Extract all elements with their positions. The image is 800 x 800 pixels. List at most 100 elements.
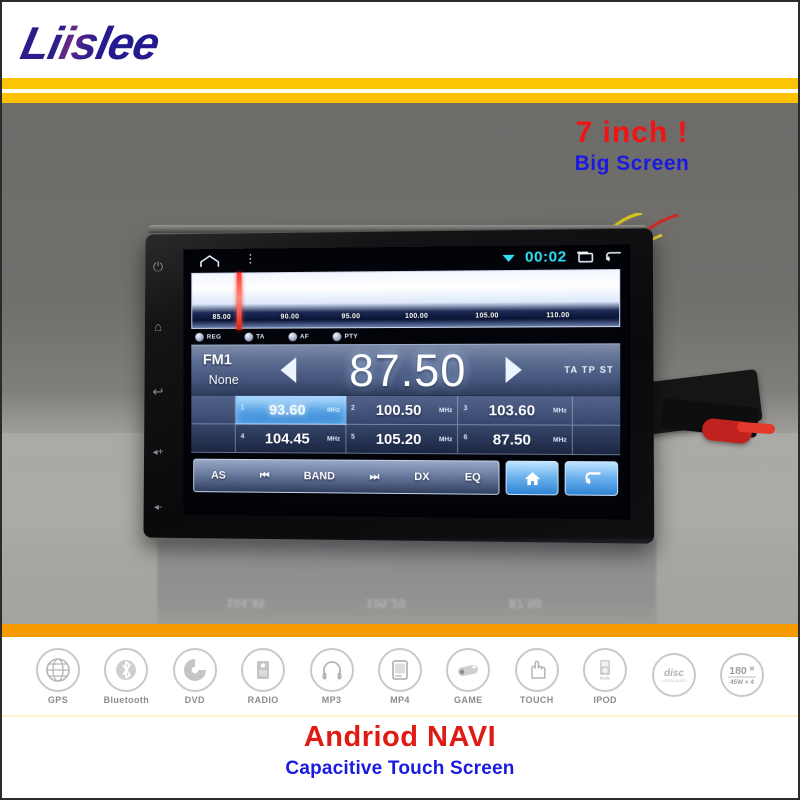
header: Liislee — [2, 2, 798, 78]
rds-knob-icon — [244, 332, 254, 342]
feature-mp4: MP4 — [370, 647, 430, 705]
preset-button-6[interactable]: 6 87.50 MHz — [458, 425, 573, 455]
feature-label: IPOD — [593, 694, 617, 705]
tick-label: 90.00 — [280, 313, 300, 321]
tick-label: 105.00 — [475, 312, 499, 320]
band-button[interactable]: BAND — [304, 470, 335, 482]
rds-button-af[interactable]: AF — [288, 331, 310, 341]
headline-subtitle: Big Screen — [574, 151, 690, 175]
status-clock: 00:02 — [525, 248, 567, 266]
home-icon — [524, 471, 540, 485]
home-icon[interactable] — [199, 255, 220, 268]
feature-radio: RADIO — [233, 647, 293, 705]
preset-button-2[interactable]: 2 100.50 MHz — [346, 395, 459, 426]
volume-down-icon[interactable]: ◂- — [149, 499, 167, 517]
preset-number: 3 — [463, 405, 468, 413]
previous-button[interactable]: ⏮ — [260, 469, 270, 482]
reflection-label: 105.20 — [365, 595, 406, 612]
preset-grid: 1 93.60 MHz 2 100.50 MHz 3 103.60 MHz 4 … — [191, 395, 621, 456]
rds-button-reg[interactable]: REG — [195, 332, 222, 342]
rds-label: REG — [206, 333, 222, 341]
rds-button-pty[interactable]: PTY — [332, 331, 358, 341]
screen-back-button[interactable] — [564, 461, 619, 496]
feature-label: MP4 — [390, 694, 410, 705]
feature-label: Bluetooth — [103, 694, 150, 705]
preset-unit: MHz — [553, 436, 567, 444]
preset-button-1[interactable]: 1 93.60 MHz — [235, 395, 347, 425]
preset-grid-spacer-right — [572, 396, 621, 426]
rds-button-ta[interactable]: TA — [244, 332, 265, 342]
headline-block: 7 inch ! Big Screen — [502, 117, 762, 176]
reflection-preset-text: 104.45 105.20 87.50 — [177, 596, 595, 611]
preset-unit: MHz — [438, 436, 453, 444]
power-icon[interactable]: ⏻ — [149, 258, 167, 276]
recents-icon[interactable] — [576, 250, 594, 263]
eq-button[interactable]: EQ — [465, 471, 481, 483]
svg-text:Made: Made — [600, 675, 611, 680]
radio-icon — [241, 647, 286, 692]
brand-logo: Liislee — [16, 17, 164, 69]
disc-logo-text: disc — [664, 668, 684, 679]
feature-mp3: MP3 — [302, 647, 362, 705]
rds-knob-icon — [195, 332, 204, 342]
svg-text:DIGITAL AUDIO: DIGITAL AUDIO — [661, 679, 687, 683]
radio-control-buttons: AS ⏮ BAND ⏭ DX EQ — [193, 458, 500, 495]
screen-home-button[interactable] — [505, 460, 559, 496]
reflection-label: 104.45 — [226, 595, 265, 611]
feature-label: GPS — [47, 694, 69, 705]
reflection-label: 87.50 — [508, 596, 542, 612]
feature-label: GAME — [454, 694, 483, 705]
feature-dvd: DVD — [165, 647, 225, 705]
tune-down-button[interactable] — [280, 357, 297, 383]
home-icon[interactable]: ⌂ — [149, 318, 167, 336]
badge-power-value: 180 — [729, 665, 747, 677]
preset-button-4[interactable]: 4 104.45 MHz — [235, 424, 347, 454]
feature-label: TOUCH — [519, 694, 554, 705]
rds-label: PTY — [344, 332, 358, 340]
feature-label: MP3 — [321, 694, 342, 705]
feature-label: RADIO — [247, 694, 279, 705]
globe-icon — [36, 647, 80, 692]
bluetooth-icon — [104, 647, 149, 692]
device-side-buttons: ⏻ ⌂ ↩ ◂+ ◂- — [147, 244, 175, 524]
badge-power-unit: W — [750, 666, 755, 672]
auto-scan-button[interactable]: AS — [211, 470, 226, 482]
preset-button-5[interactable]: 5 105.20 MHz — [346, 424, 459, 455]
overflow-menu-icon[interactable]: ⋮ — [245, 252, 257, 266]
back-icon[interactable] — [604, 250, 623, 263]
headphone-icon — [309, 647, 354, 692]
device-reflection: AS BAND DX EQ 104.45 105.20 87.50 — [157, 538, 657, 624]
current-frequency-panel: FM1 None 87.50 TA TP ST — [191, 343, 621, 397]
rds-label: AF — [299, 332, 310, 340]
tick-label: 110.00 — [546, 312, 570, 320]
preset-number: 6 — [463, 434, 468, 442]
footer: Andriod NAVI Capacitive Touch Screen — [2, 715, 798, 798]
preset-number: 2 — [351, 404, 355, 412]
frequency-readout: 87.50 — [349, 344, 467, 397]
back-arrow-icon — [582, 471, 602, 486]
product-photo: 7 inch ! Big Screen ⏻ ⌂ ↩ ◂+ ◂- ⋮ 00:02 … — [2, 103, 798, 624]
radio-control-bar: AS ⏮ BAND ⏭ DX EQ — [193, 456, 619, 499]
feature-label: DVD — [184, 694, 205, 705]
preset-grid-spacer — [191, 424, 236, 454]
next-button[interactable]: ⏭ — [370, 470, 380, 483]
back-icon[interactable]: ↩ — [149, 383, 167, 401]
dx-button[interactable]: DX — [414, 471, 429, 483]
rds-knob-icon — [288, 331, 298, 341]
touch-screen[interactable]: ⋮ 00:02 85.00 90.00 95.00 100.00 105.00 … — [183, 244, 631, 520]
pty-label: None — [208, 372, 239, 387]
tune-up-button[interactable] — [505, 356, 522, 384]
preset-number: 4 — [240, 433, 245, 441]
feature-game: GAME — [438, 647, 498, 705]
feature-ipod: Made IPOD — [575, 647, 635, 705]
ipod-icon: Made — [583, 647, 628, 692]
rds-indicators: TA TP ST — [564, 364, 615, 375]
badge-power-sub: 45W × 4 — [730, 679, 754, 686]
rds-label: TA — [256, 333, 265, 341]
advert-page: Liislee 7 inch ! Big Screen ⏻ ⌂ ↩ ◂+ ◂- … — [0, 0, 800, 800]
tick-label: 100.00 — [404, 312, 429, 320]
feature-power-badge: 180 W 45W × 4 — [712, 652, 772, 700]
yellow-bar-top — [2, 78, 798, 89]
preset-button-3[interactable]: 3 103.60 MHz — [458, 396, 573, 426]
volume-up-icon[interactable]: ◂+ — [149, 444, 167, 462]
